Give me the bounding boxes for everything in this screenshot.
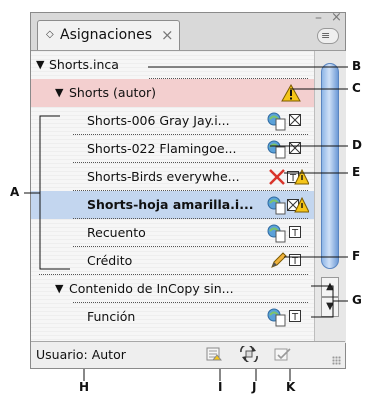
callout-lines: [24, 66, 348, 381]
callout-k: K: [286, 380, 296, 394]
callout-g: G: [352, 293, 362, 307]
callout-f: F: [352, 249, 361, 263]
callout-i: I: [218, 380, 223, 394]
callout-d: D: [352, 138, 362, 152]
callout-c: C: [352, 81, 361, 95]
callout-j: J: [252, 380, 257, 394]
callout-e: E: [352, 165, 361, 179]
callout-h: H: [79, 380, 90, 394]
callout-b: B: [352, 59, 362, 73]
callout-a: A: [10, 185, 20, 199]
